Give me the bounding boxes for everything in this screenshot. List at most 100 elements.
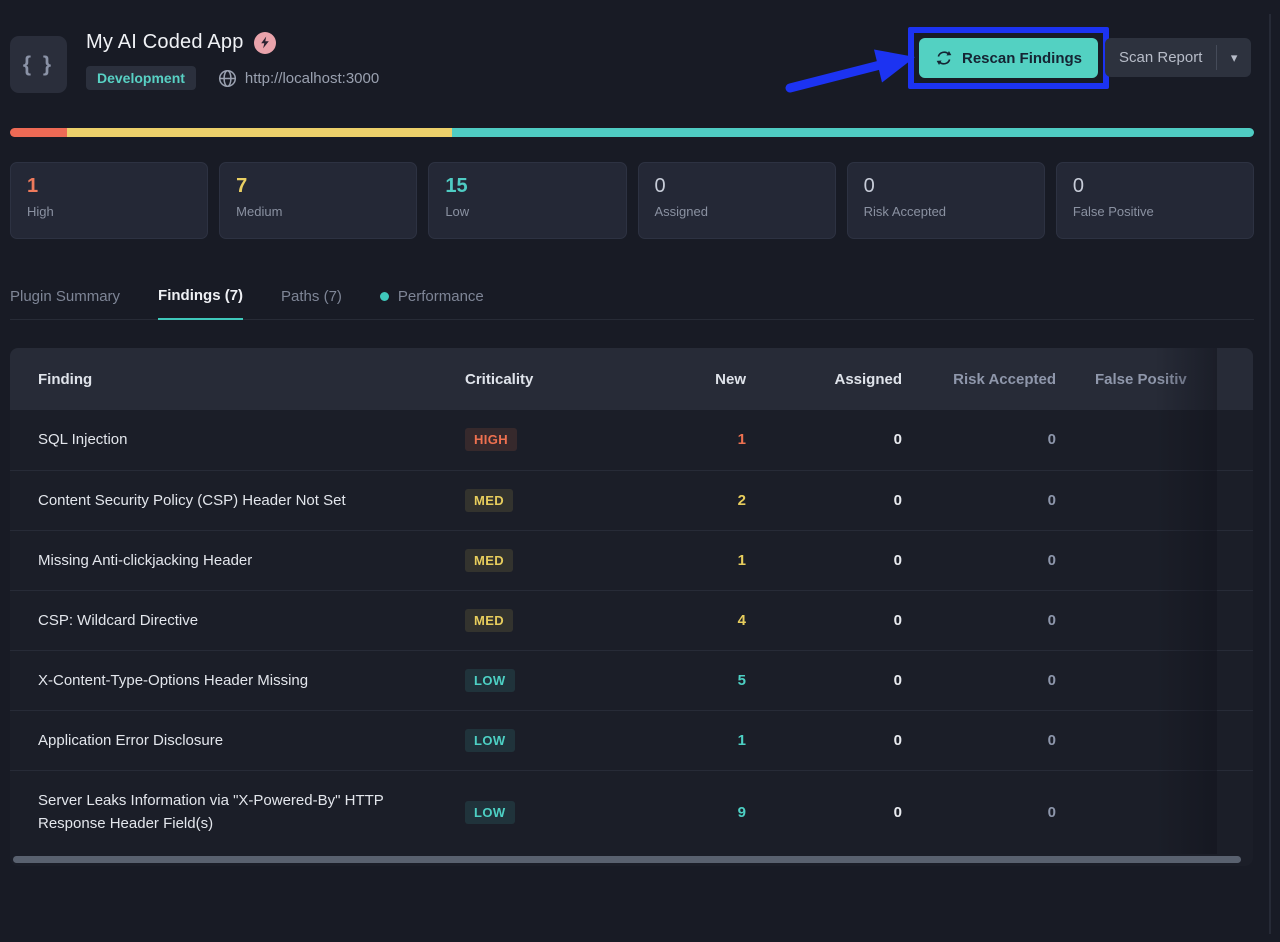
- risk-accepted-count: 0: [912, 650, 1066, 710]
- assigned-count: 0: [756, 710, 912, 770]
- new-count: 2: [610, 470, 756, 530]
- stat-label: Medium: [236, 204, 400, 219]
- new-count: 4: [610, 590, 756, 650]
- column-header-new: New: [610, 348, 756, 410]
- severity-segment-low: [452, 128, 1254, 137]
- stat-label: False Positive: [1073, 204, 1237, 219]
- stat-label: High: [27, 204, 191, 219]
- scan-report-dropdown-button[interactable]: ▾: [1217, 38, 1251, 77]
- lightning-badge-icon: [254, 32, 276, 54]
- severity-segment-medium: [67, 128, 451, 137]
- finding-name: CSP: Wildcard Directive: [10, 590, 465, 650]
- assigned-count: 0: [756, 590, 912, 650]
- false-positive-count: [1066, 470, 1253, 530]
- criticality-badge: MED: [465, 489, 513, 512]
- stat-value: 0: [864, 175, 1028, 198]
- findings-table: Finding Criticality New Assigned Risk Ac…: [10, 348, 1253, 866]
- stat-label: Low: [445, 204, 609, 219]
- target-url-wrap: http://localhost:3000: [218, 69, 379, 88]
- globe-icon: [218, 69, 237, 88]
- new-count: 5: [610, 650, 756, 710]
- stat-card-false-positive: 0 False Positive: [1056, 162, 1254, 239]
- table-row[interactable]: Server Leaks Information via "X-Powered-…: [10, 770, 1253, 854]
- tab-paths[interactable]: Paths (7): [281, 287, 342, 319]
- new-count: 1: [610, 530, 756, 590]
- finding-name: Content Security Policy (CSP) Header Not…: [10, 470, 465, 530]
- tab-findings[interactable]: Findings (7): [158, 287, 243, 320]
- false-positive-count: [1066, 410, 1253, 470]
- horizontal-scrollbar[interactable]: [13, 856, 1241, 863]
- annotation-arrow: [780, 45, 920, 100]
- annotation-highlight-box: Rescan Findings: [908, 27, 1109, 89]
- performance-dot-icon: [380, 292, 389, 301]
- scan-report-split-button: Scan Report ▾: [1105, 38, 1251, 77]
- criticality-badge: LOW: [465, 729, 515, 752]
- new-count: 1: [610, 710, 756, 770]
- false-positive-count: [1066, 650, 1253, 710]
- tab-performance[interactable]: Performance: [380, 287, 484, 319]
- app-header: { } My AI Coded App Development: [10, 0, 1254, 128]
- table-row[interactable]: Content Security Policy (CSP) Header Not…: [10, 470, 1253, 530]
- table-row[interactable]: Missing Anti-clickjacking Header MED 1 0…: [10, 530, 1253, 590]
- app-info: My AI Coded App Development http://local…: [86, 31, 379, 90]
- finding-name: Missing Anti-clickjacking Header: [10, 530, 465, 590]
- risk-accepted-count: 0: [912, 530, 1066, 590]
- risk-accepted-count: 0: [912, 410, 1066, 470]
- finding-name: Application Error Disclosure: [10, 710, 465, 770]
- criticality-badge: HIGH: [465, 428, 517, 451]
- target-url[interactable]: http://localhost:3000: [245, 70, 379, 87]
- stats-row: 1 High 7 Medium 15 Low 0 Assigned 0 Risk…: [10, 162, 1254, 239]
- stat-value: 0: [1073, 175, 1237, 198]
- stat-value: 1: [27, 175, 191, 198]
- tab-performance-label: Performance: [398, 288, 484, 305]
- risk-accepted-count: 0: [912, 470, 1066, 530]
- rescan-findings-button[interactable]: Rescan Findings: [919, 38, 1098, 78]
- table-row[interactable]: SQL Injection HIGH 1 0 0: [10, 410, 1253, 470]
- finding-name: X-Content-Type-Options Header Missing: [10, 650, 465, 710]
- stat-value: 0: [655, 175, 819, 198]
- column-header-finding: Finding: [10, 348, 465, 410]
- assigned-count: 0: [756, 410, 912, 470]
- lightning-bolt-icon: [259, 36, 271, 49]
- risk-accepted-count: 0: [912, 710, 1066, 770]
- stat-value: 15: [445, 175, 609, 198]
- stat-card-assigned: 0 Assigned: [638, 162, 836, 239]
- assigned-count: 0: [756, 650, 912, 710]
- severity-segment-high: [10, 128, 67, 137]
- page-scrollbar-track[interactable]: [1269, 14, 1271, 934]
- risk-accepted-count: 0: [912, 590, 1066, 650]
- scan-report-button[interactable]: Scan Report: [1105, 38, 1216, 77]
- table-header-row: Finding Criticality New Assigned Risk Ac…: [10, 348, 1253, 410]
- scan-dashboard: { } My AI Coded App Development: [10, 0, 1254, 866]
- column-header-assigned: Assigned: [756, 348, 912, 410]
- risk-accepted-count: 0: [912, 770, 1066, 854]
- tab-bar: Plugin Summary Findings (7) Paths (7) Pe…: [10, 287, 1254, 320]
- chevron-down-icon: ▾: [1231, 50, 1238, 65]
- assigned-count: 0: [756, 770, 912, 854]
- false-positive-count: [1066, 710, 1253, 770]
- environment-badge: Development: [86, 66, 196, 90]
- braces-glyph: { }: [23, 53, 54, 77]
- stat-label: Risk Accepted: [864, 204, 1028, 219]
- criticality-badge: LOW: [465, 801, 515, 824]
- finding-name: SQL Injection: [10, 410, 465, 470]
- new-count: 1: [610, 410, 756, 470]
- table-row[interactable]: X-Content-Type-Options Header Missing LO…: [10, 650, 1253, 710]
- column-header-risk-accepted: Risk Accepted: [912, 348, 1066, 410]
- page-title: My AI Coded App: [86, 31, 244, 54]
- column-header-criticality: Criticality: [465, 348, 610, 410]
- tab-plugin-summary[interactable]: Plugin Summary: [10, 287, 120, 319]
- severity-distribution-bar: [10, 128, 1254, 137]
- assigned-count: 0: [756, 470, 912, 530]
- new-count: 9: [610, 770, 756, 854]
- false-positive-count: [1066, 770, 1253, 854]
- stat-card-risk-accepted: 0 Risk Accepted: [847, 162, 1045, 239]
- refresh-icon: [935, 49, 953, 67]
- table-row[interactable]: CSP: Wildcard Directive MED 4 0 0: [10, 590, 1253, 650]
- app-braces-icon: { }: [10, 36, 67, 93]
- table-row[interactable]: Application Error Disclosure LOW 1 0 0: [10, 710, 1253, 770]
- criticality-badge: LOW: [465, 669, 515, 692]
- stat-value: 7: [236, 175, 400, 198]
- false-positive-count: [1066, 590, 1253, 650]
- finding-name: Server Leaks Information via "X-Powered-…: [10, 770, 465, 854]
